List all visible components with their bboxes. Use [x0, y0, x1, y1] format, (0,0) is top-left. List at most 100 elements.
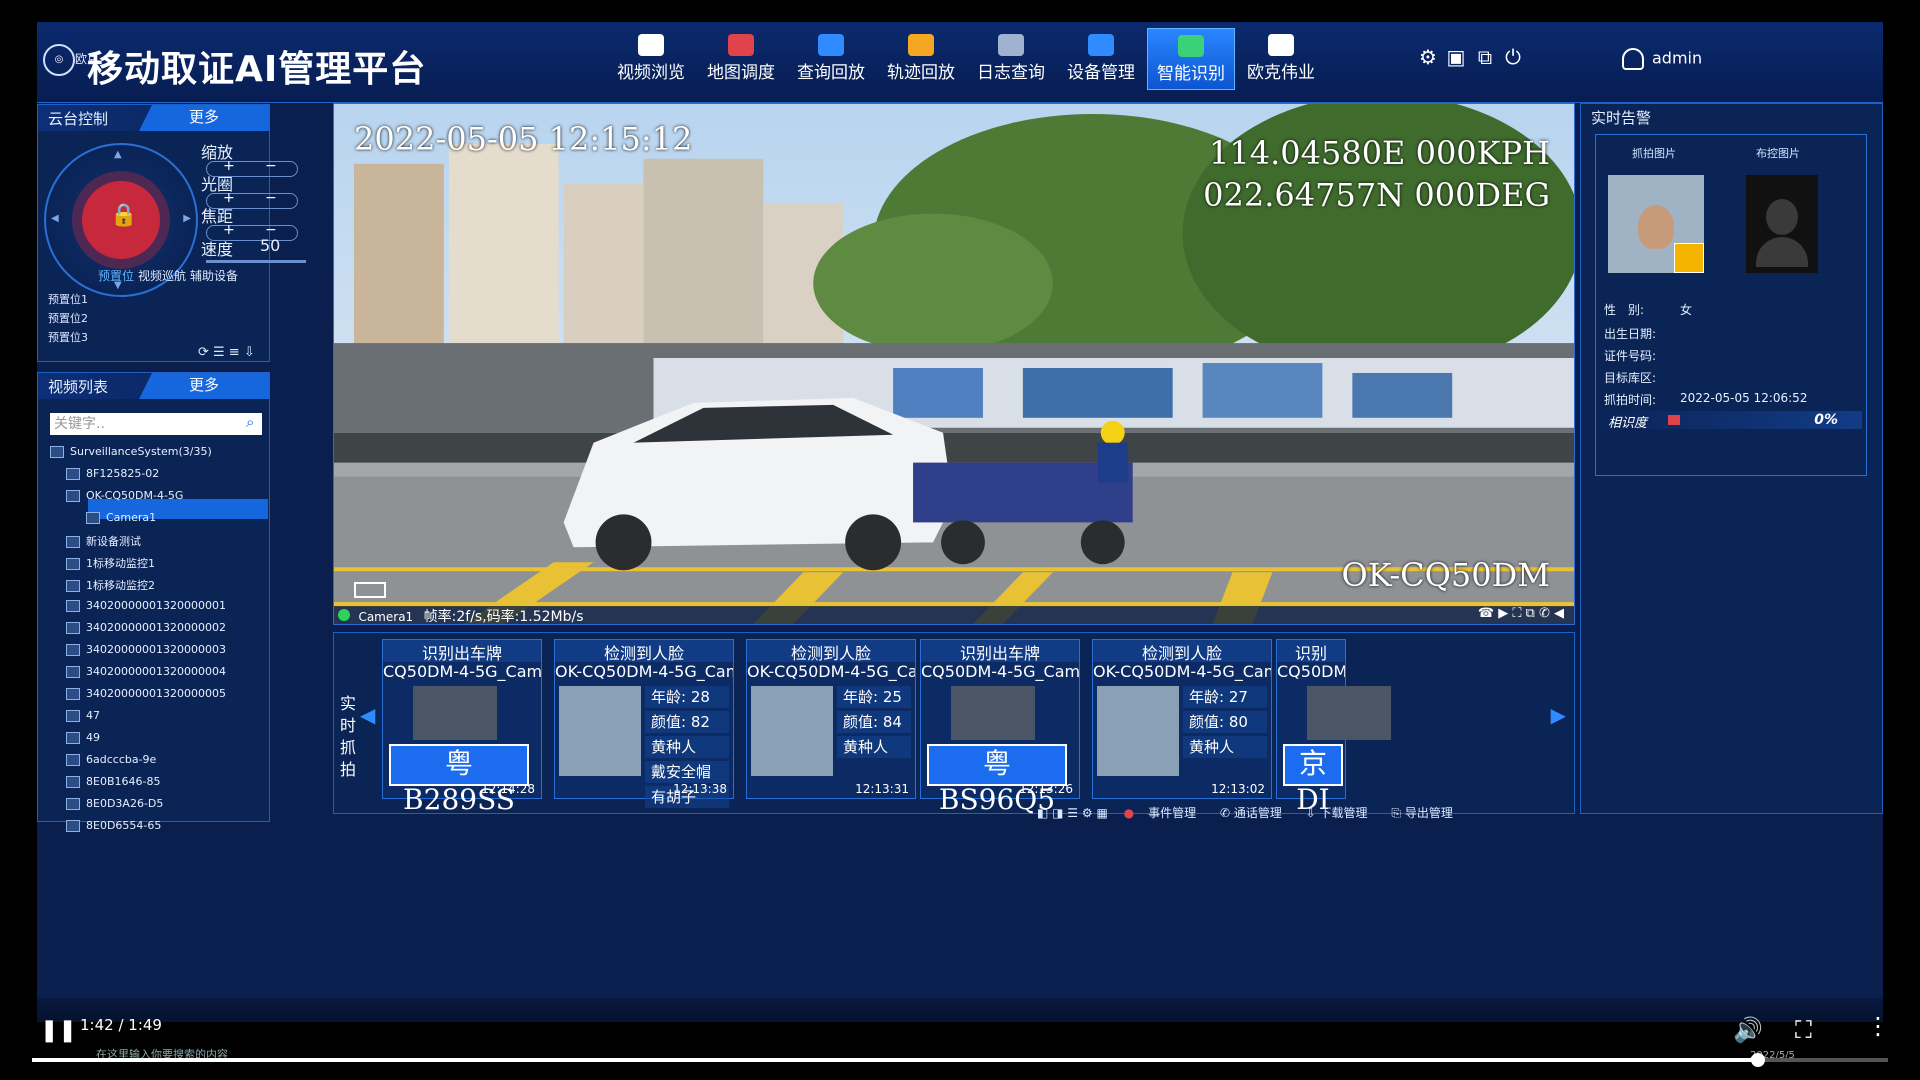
tree-item[interactable]: OK-CQ50DM-4-5G — [66, 489, 183, 502]
device-icon — [66, 536, 80, 548]
capture-card[interactable]: 识别 CQ50DM 京DI — [1276, 639, 1391, 816]
tree-item-label: 8E0B1646-85 — [86, 775, 161, 788]
scroll-right-icon[interactable]: ▶ — [1551, 703, 1566, 727]
exit-fullscreen-icon[interactable]: ⛶ — [1795, 1016, 1812, 1044]
arrow-right-icon[interactable]: ▶ — [183, 213, 191, 224]
tree-item[interactable]: 8E0D6554-65 — [66, 819, 161, 832]
tree-item[interactable]: 8E0B1646-85 — [66, 775, 160, 788]
tab-aux[interactable]: 辅助设备 — [190, 269, 238, 283]
capture-card[interactable]: 识别出车牌 CQ50DM-4-5G_Cam 粤BS96Q5 12:13:26 — [920, 639, 1080, 816]
export-management-button[interactable]: 导出管理 — [1405, 806, 1453, 820]
volume-icon[interactable]: 🔊 — [1733, 1016, 1763, 1044]
face-attribute: 戴安全帽 — [645, 761, 729, 783]
power-icon[interactable]: ⏻ — [1502, 46, 1524, 68]
nav-icon — [638, 34, 664, 56]
nav-item[interactable]: 日志查询 — [967, 28, 1055, 90]
arrow-left-icon[interactable]: ◀ — [51, 213, 59, 224]
call-management-button[interactable]: 通话管理 — [1234, 806, 1282, 820]
nav-item[interactable]: 轨迹回放 — [877, 28, 965, 90]
capture-type: 识别出车牌 — [383, 640, 541, 663]
tree-item[interactable]: 8F125825-02 — [66, 467, 159, 480]
layout-buttons[interactable]: ◧ ◨ ☰ ⚙ ▦ — [1037, 806, 1108, 820]
capture-strip: 实时抓拍 ◀ ▶ 识别出车牌 CQ50DM-4-5G_Cam 粤B289SS 12:1… — [333, 632, 1575, 816]
tree-item[interactable]: 34020000001320000002 — [66, 621, 226, 634]
tree-item[interactable]: 1标移动监控1 — [66, 555, 155, 571]
playback-progress-fill — [32, 1058, 1759, 1062]
face-attribute: 颜值: 84 — [837, 711, 911, 733]
tree-item[interactable]: 47 — [66, 709, 100, 722]
ptz-more-button[interactable]: 更多 — [139, 105, 269, 131]
tree-item[interactable]: 8E0D3A26-D5 — [66, 797, 163, 810]
tree-item[interactable]: 34020000001320000001 — [66, 599, 226, 612]
search-icon[interactable]: ⌕ — [246, 413, 254, 431]
download-management-button[interactable]: 下载管理 — [1320, 806, 1368, 820]
vehicle-image — [1307, 686, 1391, 740]
capture-card[interactable]: 检测到人脸OK-CQ50DM-4-5G_Camera 年龄: 28 颜值: 82 黄种… — [554, 639, 734, 808]
plate-number: 粤BS96Q5 — [927, 744, 1067, 816]
nav-item[interactable]: 视频浏览 — [607, 28, 695, 90]
arrow-up-icon[interactable]: ▲ — [114, 149, 122, 160]
face-attribute: 黄种人 — [1183, 736, 1267, 758]
download-icon: ⇩ — [1305, 806, 1320, 820]
playback-progress[interactable] — [32, 1053, 1888, 1067]
captured-image-label: 抓拍图片 — [1632, 147, 1676, 160]
ptz-lock-button[interactable]: 🔒 — [82, 181, 160, 259]
tree-item[interactable]: 34020000001320000004 — [66, 665, 226, 678]
face-attribute: 黄种人 — [645, 736, 729, 758]
user-menu[interactable]: admin — [1622, 48, 1702, 70]
lock-icon: 🔒 — [110, 203, 138, 228]
app-logo-icon: ◎ — [43, 44, 75, 76]
video-player[interactable]: 2022-05-05 12:15:12 114.04580E 000KPH 02… — [333, 103, 1575, 625]
nav-item[interactable]: 地图调度 — [697, 28, 785, 90]
settings-icon[interactable]: ⚙ — [1417, 46, 1439, 68]
tree-item-label: 8F125825-02 — [86, 467, 160, 480]
nav-label: 日志查询 — [977, 63, 1045, 83]
tree-item[interactable]: 6adcccba-9e — [66, 753, 156, 766]
similarity-fill — [1668, 415, 1680, 425]
speed-value: 50 — [260, 236, 281, 255]
speed-slider[interactable] — [206, 260, 306, 263]
tree-item[interactable]: 49 — [66, 731, 100, 744]
preset-item[interactable]: 预置位1 — [48, 291, 88, 307]
nav-item[interactable]: 智能识别 — [1147, 28, 1235, 90]
capture-card[interactable]: 识别出车牌 CQ50DM-4-5G_Cam 粤B289SS 12:14:28 — [382, 639, 542, 816]
restore-window-icon[interactable]: ⧉ — [1474, 46, 1496, 68]
capture-card[interactable]: 检测到人脸OK-CQ50DM-4-5G_Camera 年龄: 27 颜值: 80 黄种… — [1092, 639, 1272, 799]
tree-item[interactable]: SurveillanceSystem(3/35) — [50, 445, 212, 458]
event-management-button[interactable]: 事件管理 — [1148, 806, 1196, 820]
tab-presets[interactable]: 预置位 — [98, 269, 134, 283]
scroll-left-icon[interactable]: ◀ — [360, 703, 375, 727]
preset-item[interactable]: 预置位2 — [48, 310, 88, 326]
tree-item[interactable]: 新设备测试 — [66, 533, 141, 549]
search-input[interactable]: 关键字.. — [50, 413, 262, 435]
more-options-icon[interactable]: ⋮ — [1866, 1012, 1890, 1040]
tree-item[interactable]: 34020000001320000005 — [66, 687, 226, 700]
capture-card[interactable]: 检测到人脸OK-CQ50DM-4-5G_Camera 年龄: 25 颜值: 84 黄种… — [746, 639, 916, 799]
face-image — [1097, 686, 1179, 776]
gps-speed: 114.04580E 000KPH — [1209, 134, 1550, 172]
ptz-panel: 云台控制 更多 ▲ ▼ ◀ ▶ 🔒 缩放 + − 光圈 + − 焦距 + − 速度 5… — [37, 104, 306, 362]
globe-icon — [50, 446, 64, 458]
playback-scrubber[interactable] — [1751, 1053, 1766, 1067]
preset-tools[interactable]: ⟳ ☰ ≡ ⇩ — [198, 345, 255, 360]
tree-item[interactable]: Camera1 — [86, 511, 156, 524]
alarm-card[interactable]: 抓拍图片 布控图片 性 别: 女 出生日期: 证件号码: 目标库区: 抓拍时间:… — [1595, 134, 1867, 476]
layout-icon[interactable]: ▣ — [1445, 46, 1467, 68]
playback-time: 1:42 / 1:49 — [80, 1016, 162, 1034]
gender-value: 女 — [1680, 303, 1693, 317]
video-controls[interactable]: ☎ ▶ ⛶ ⧉ ✆ ◀ — [1478, 606, 1564, 621]
pause-icon[interactable]: ❚❚ — [40, 1018, 77, 1043]
tab-cruise[interactable]: 视频巡航 — [138, 269, 186, 283]
tree-item-label: 47 — [86, 709, 100, 722]
nav-item[interactable]: 查询回放 — [787, 28, 875, 90]
tree-item[interactable]: 34020000001320000003 — [66, 643, 226, 656]
nav-item[interactable]: 欧克伟业 — [1237, 28, 1325, 90]
online-status-icon — [338, 609, 350, 621]
nav-label: 地图调度 — [707, 63, 775, 83]
nav-item[interactable]: 设备管理 — [1057, 28, 1145, 90]
app-title: 移动取证AI管理平台 — [87, 49, 427, 90]
tree-item[interactable]: 1标移动监控2 — [66, 577, 155, 593]
control-image-label: 布控图片 — [1756, 147, 1800, 160]
video-list-more-button[interactable]: 更多 — [139, 373, 269, 399]
preset-item[interactable]: 预置位3 — [48, 329, 88, 345]
